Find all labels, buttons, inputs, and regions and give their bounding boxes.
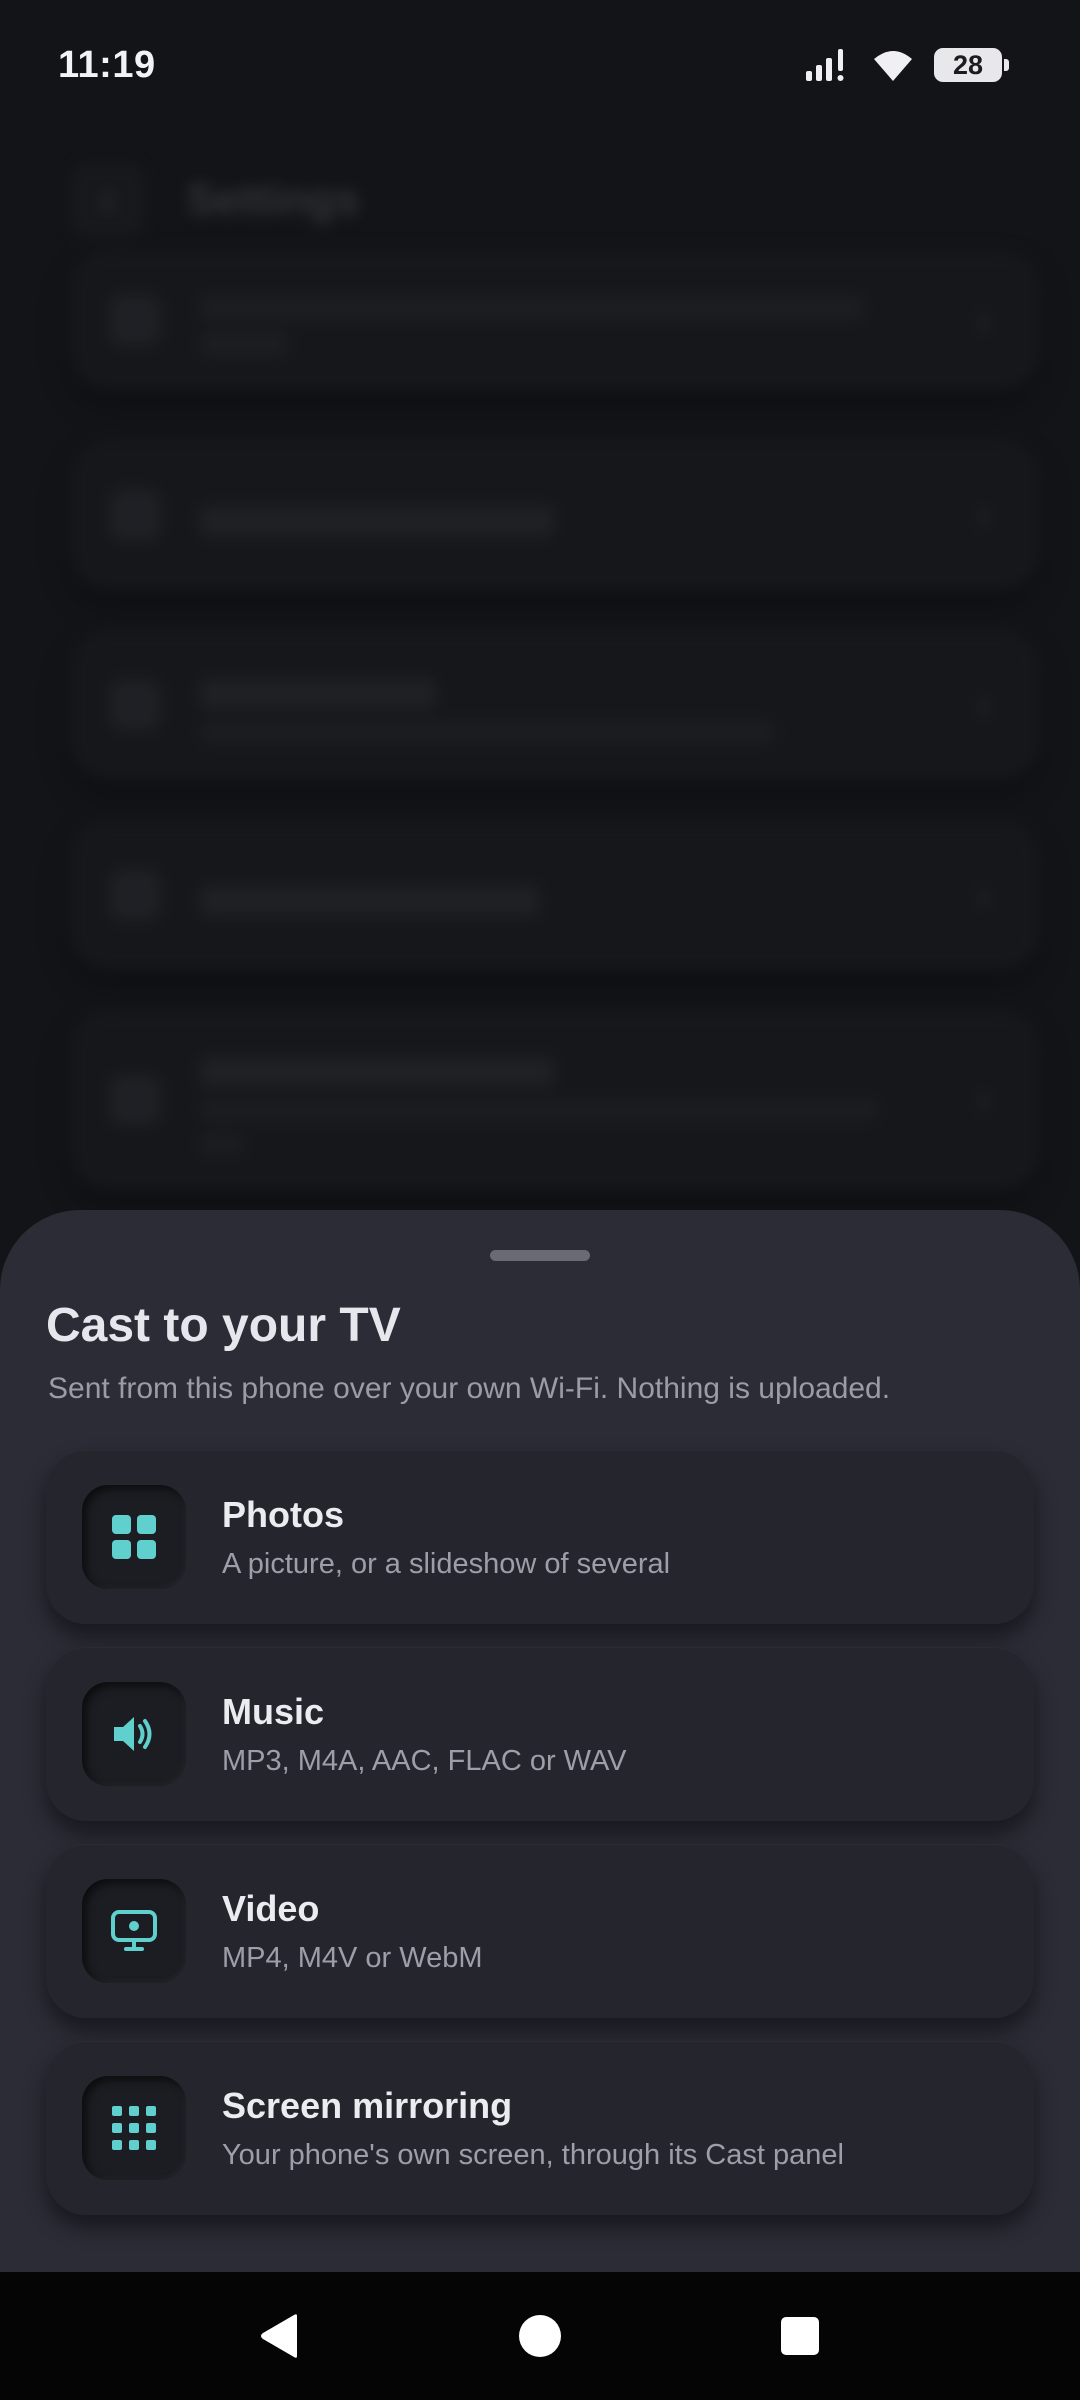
sheet-drag-handle[interactable] <box>490 1250 590 1261</box>
option-description: MP4, M4V or WebM <box>222 1941 483 1974</box>
status-time: 11:19 <box>58 43 156 86</box>
sheet-title: Cast to your TV <box>46 1299 401 1352</box>
background-row: › <box>70 250 1040 390</box>
background-row: › <box>70 820 1040 970</box>
chevron-right-icon: › <box>976 682 990 727</box>
background-row: › <box>70 1010 1040 1190</box>
option-title: Video <box>222 1887 320 1929</box>
option-title: Screen mirroring <box>222 2084 513 2126</box>
sheet-subtitle: Sent from this phone over your own Wi-Fi… <box>48 1372 891 1405</box>
option-description: Your phone's own screen, through its Cas… <box>222 2138 844 2171</box>
wifi-icon <box>874 51 912 81</box>
grid-icon <box>82 1485 186 1589</box>
option-description: A picture, or a slideshow of several <box>222 1547 671 1580</box>
battery-level: 28 <box>952 49 984 80</box>
signal-icon <box>806 49 844 81</box>
status-bar: 11:19 28 <box>0 0 1080 130</box>
background-settings: ‹ Settings › › › › › <box>0 130 1080 1280</box>
cast-option-screen-mirroring[interactable]: Screen mirroring Your phone's own screen… <box>46 2041 1034 2215</box>
background-title: Settings <box>186 175 360 224</box>
cast-option-music[interactable]: Music MP3, M4A, AAC, FLAC or WAV <box>46 1647 1034 1821</box>
dots-grid-icon <box>82 2076 186 2180</box>
option-title: Photos <box>222 1493 344 1535</box>
home-icon[interactable] <box>500 2296 580 2376</box>
background-row: › <box>70 630 1040 780</box>
background-row-icon <box>110 1075 160 1125</box>
background-row-icon <box>110 490 160 540</box>
option-description: MP3, M4A, AAC, FLAC or WAV <box>222 1744 627 1777</box>
background-row-icon <box>110 295 160 345</box>
screen-play-icon <box>82 1879 186 1983</box>
background-row-icon <box>110 680 160 730</box>
cast-options-list: Photos A picture, or a slideshow of seve… <box>46 1450 1034 2238</box>
option-title: Music <box>222 1690 325 1732</box>
status-icons: 28 <box>804 47 1009 83</box>
navigation-bar <box>0 2272 1080 2400</box>
background-row: › <box>70 440 1040 590</box>
chevron-right-icon: › <box>976 492 990 537</box>
back-arrow-icon: ‹ <box>70 162 146 238</box>
recents-icon[interactable] <box>760 2296 840 2376</box>
cast-option-photos[interactable]: Photos A picture, or a slideshow of seve… <box>46 1450 1034 1624</box>
cast-option-video[interactable]: Video MP4, M4V or WebM <box>46 1844 1034 2018</box>
chevron-right-icon: › <box>976 1077 990 1122</box>
chevron-right-icon: › <box>976 297 990 342</box>
speaker-icon <box>82 1682 186 1786</box>
background-row-icon <box>110 870 160 920</box>
cast-bottom-sheet: Cast to your TV Sent from this phone ove… <box>0 1210 1080 2272</box>
back-icon[interactable] <box>240 2296 320 2376</box>
chevron-right-icon: › <box>976 872 990 917</box>
battery-icon: 28 <box>934 48 1009 82</box>
background-header: ‹ Settings <box>0 130 1080 270</box>
